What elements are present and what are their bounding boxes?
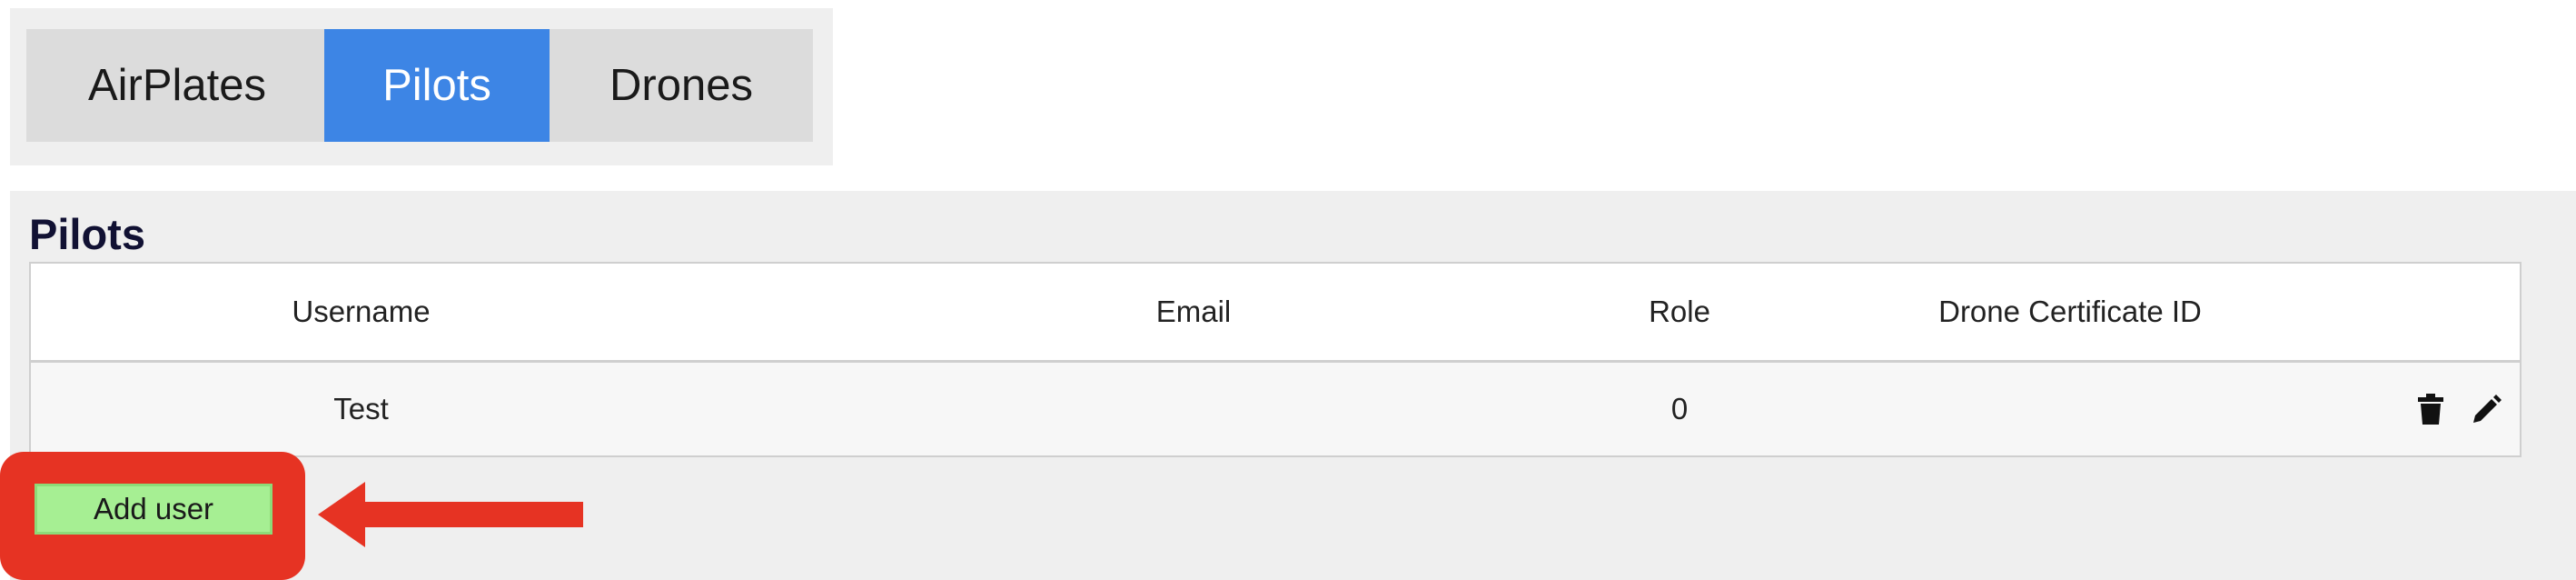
cell-drone-certificate-id bbox=[1875, 363, 2265, 455]
cell-username: Test bbox=[333, 392, 389, 425]
table-header: Username Email Role Drone Certificate ID bbox=[31, 264, 2520, 363]
tab-airplates[interactable]: AirPlates bbox=[26, 29, 328, 142]
cell-role: 0 bbox=[1670, 392, 1689, 425]
row-actions bbox=[2414, 363, 2503, 455]
tab-pilots[interactable]: Pilots bbox=[324, 29, 550, 142]
cell-email bbox=[830, 363, 1557, 455]
nav-tab-bar: AirPlates Pilots Drones bbox=[10, 8, 833, 165]
pencil-icon-glyph bbox=[2473, 395, 2502, 423]
trash-icon[interactable] bbox=[2414, 391, 2447, 427]
column-header-drone-certificate-id: Drone Certificate ID bbox=[1938, 295, 2202, 328]
table-row: Test 0 bbox=[31, 363, 2520, 455]
pencil-icon[interactable] bbox=[2471, 391, 2503, 427]
add-user-button[interactable]: Add user bbox=[35, 484, 272, 535]
pilots-table: Username Email Role Drone Certificate ID… bbox=[29, 262, 2522, 457]
tab-drones[interactable]: Drones bbox=[550, 29, 813, 142]
pointer-arrow-icon bbox=[318, 482, 583, 547]
column-header-role: Role bbox=[1649, 295, 1710, 328]
column-header-email: Email bbox=[1155, 295, 1232, 328]
trash-icon-glyph bbox=[2418, 394, 2443, 425]
column-header-username: Username bbox=[292, 295, 431, 328]
section-title: Pilots bbox=[29, 210, 145, 258]
